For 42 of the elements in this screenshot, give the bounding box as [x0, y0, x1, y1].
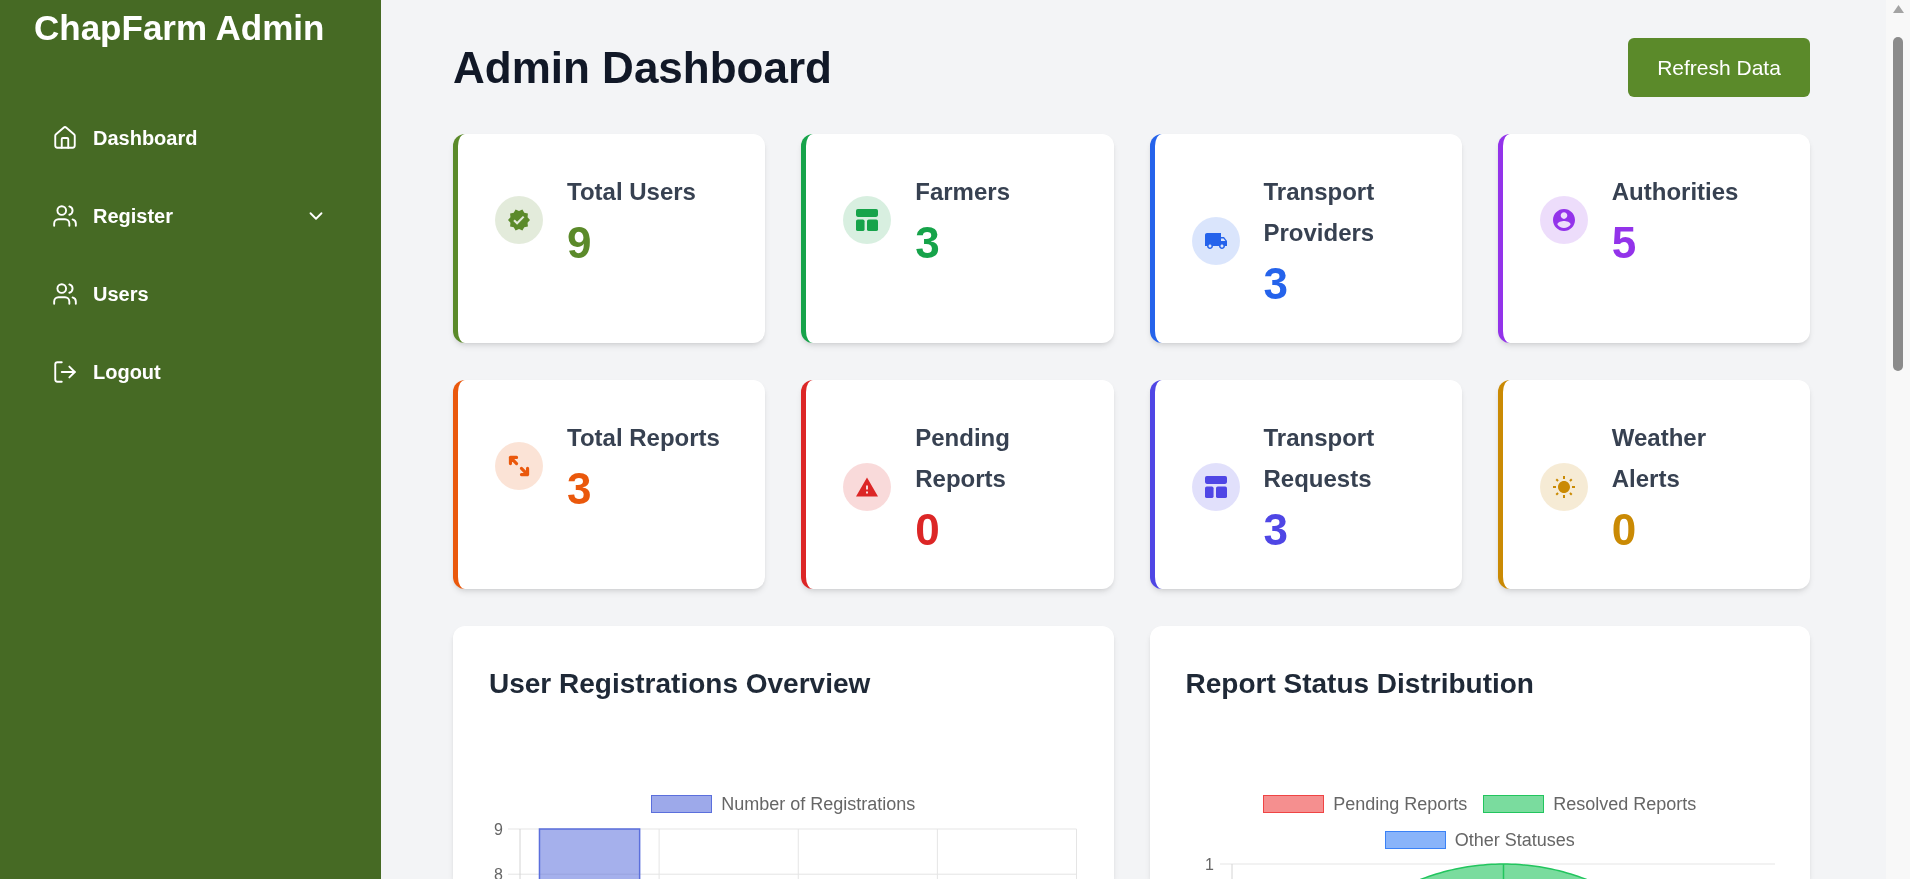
nav-link[interactable]: Logout: [34, 344, 347, 400]
stat-label: Farmers: [915, 177, 1011, 207]
scroll-up-icon[interactable]: [1892, 5, 1904, 13]
chart-title: User Registrations Overview: [489, 668, 871, 700]
stat-value: 9: [567, 217, 592, 269]
stat-value: 5: [1611, 217, 1637, 269]
stat-label: Transport Providers: [1263, 177, 1376, 248]
axis-tick-label: 9: [494, 820, 503, 838]
legend-label: Other Statuses: [1454, 830, 1575, 850]
stat-label: Transport Requests: [1263, 423, 1376, 494]
nav-link[interactable]: Users: [34, 266, 347, 322]
nav-link[interactable]: Dashboard: [34, 110, 347, 166]
home-icon: [52, 125, 78, 151]
badge-check-icon: [495, 196, 543, 244]
stat-label: Pending Reports: [915, 423, 1011, 494]
axis-tick-label: 8: [494, 865, 503, 879]
users-icon: [52, 281, 78, 307]
stat-label: Weather Alerts: [1611, 423, 1707, 494]
chart-title: Report Status Distribution: [1185, 668, 1534, 700]
refresh-button[interactable]: Refresh Data: [1628, 38, 1810, 97]
expand-arrows-icon: [495, 442, 543, 490]
stat-value: 3: [915, 217, 940, 269]
scrollbar-track[interactable]: [1886, 0, 1910, 879]
legend-label: Pending Reports: [1333, 794, 1468, 814]
stat-value: 3: [1263, 504, 1288, 556]
users-icon: [52, 203, 78, 229]
nav-link[interactable]: Register: [34, 188, 347, 244]
stat-label: Authorities: [1611, 177, 1740, 207]
stat-label: Total Reports: [567, 423, 721, 453]
legend-label: Number of Registrations: [721, 794, 916, 814]
logout-icon: [52, 359, 78, 385]
axis-tick-label: 1: [1204, 855, 1214, 873]
stat-value: 0: [915, 504, 940, 556]
app-title: ChapFarm Admin: [34, 7, 325, 49]
stat-label: Total Users: [567, 177, 697, 207]
page-title: Admin Dashboard: [453, 41, 832, 94]
layout-icon: [843, 196, 892, 244]
stat-value: 0: [1611, 504, 1637, 556]
legend-label: Resolved Reports: [1553, 794, 1697, 814]
stat-value: 3: [1263, 258, 1288, 310]
scrollbar-thumb[interactable]: [1893, 37, 1903, 371]
stat-value: 3: [567, 463, 592, 515]
